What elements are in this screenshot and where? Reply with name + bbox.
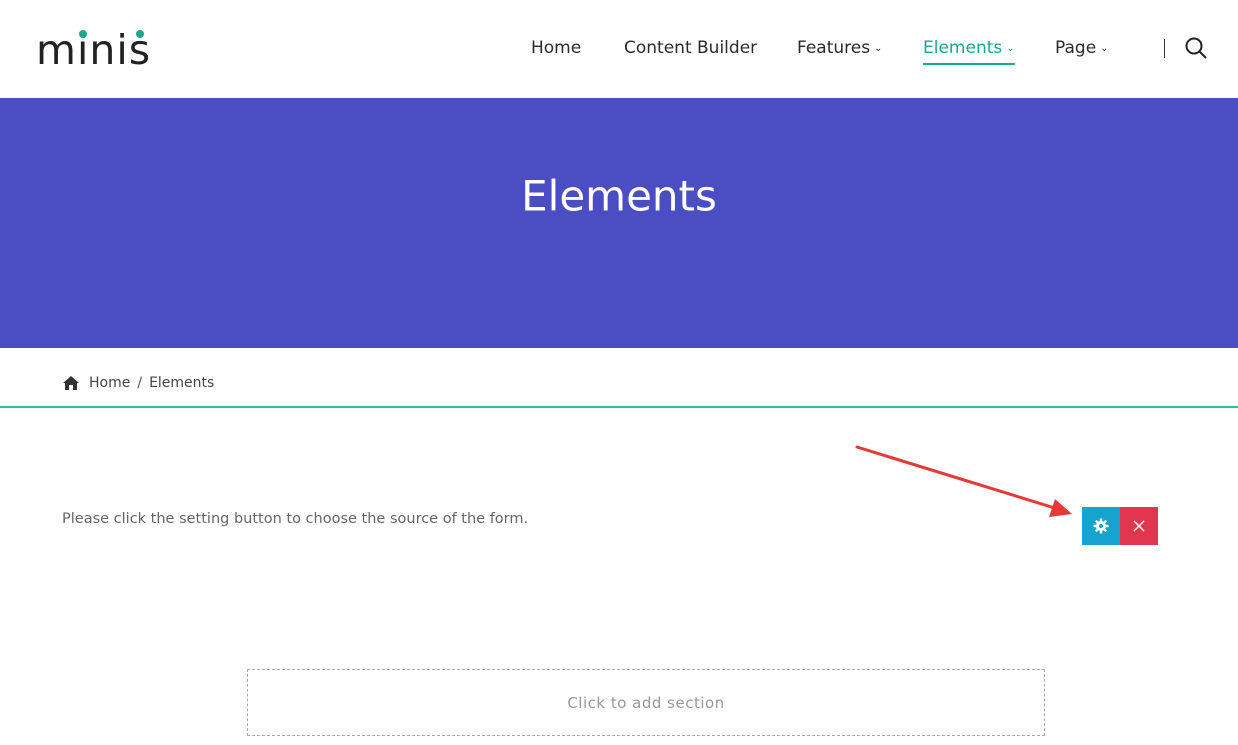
page-hero: Elements	[0, 98, 1238, 348]
nav-item-label: Elements	[923, 38, 1003, 58]
home-icon[interactable]	[62, 375, 80, 391]
logo-dot	[136, 30, 144, 38]
form-source-notice: Please click the setting button to choos…	[62, 511, 529, 527]
breadcrumb-home-link[interactable]: Home	[89, 375, 130, 391]
logo-dot	[79, 30, 87, 38]
gear-icon	[1093, 518, 1109, 534]
nav-item-label: Home	[531, 38, 582, 58]
nav-item-label: Content Builder	[624, 38, 758, 58]
chevron-down-icon: ⌄	[1100, 43, 1109, 54]
logo-text: minis	[36, 26, 152, 74]
close-icon	[1133, 520, 1145, 532]
element-controls	[1082, 507, 1158, 545]
nav-item-home[interactable]: Home	[531, 37, 581, 59]
page-title: Elements	[521, 171, 717, 221]
nav-item-label: Page	[1055, 38, 1097, 58]
breadcrumb-divider	[0, 406, 1238, 408]
remove-button[interactable]	[1120, 507, 1158, 545]
settings-button[interactable]	[1082, 507, 1120, 545]
nav-item-label: Features	[797, 38, 871, 58]
site-header: minis Home Content Builder Features ⌄ Ele…	[0, 0, 1238, 98]
chevron-down-icon: ⌄	[1006, 43, 1015, 54]
add-section-button[interactable]: Click to add section	[247, 669, 1045, 736]
nav-divider	[1164, 39, 1165, 58]
nav-item-content-builder[interactable]: Content Builder	[624, 37, 757, 59]
chevron-down-icon: ⌄	[874, 43, 883, 54]
breadcrumb: Home / Elements	[62, 373, 214, 393]
search-icon	[1185, 37, 1207, 59]
breadcrumb-current: Elements	[149, 375, 215, 391]
nav-item-page[interactable]: Page ⌄	[1055, 37, 1109, 60]
search-button[interactable]	[1185, 37, 1207, 59]
nav-item-elements[interactable]: Elements ⌄	[923, 37, 1015, 65]
breadcrumb-separator: /	[137, 375, 143, 391]
add-section-label: Click to add section	[567, 693, 725, 712]
nav-item-features[interactable]: Features ⌄	[797, 37, 883, 60]
